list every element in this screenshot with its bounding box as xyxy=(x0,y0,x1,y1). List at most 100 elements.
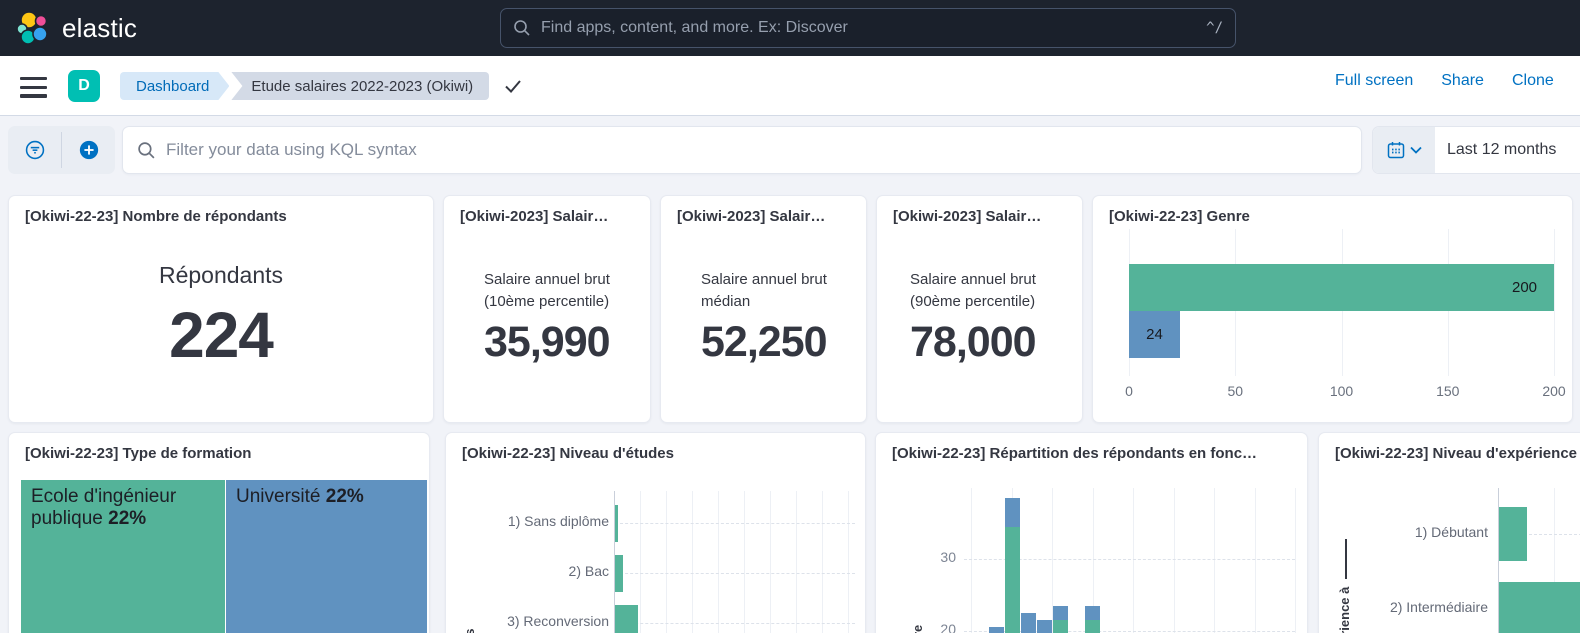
chevron-down-icon xyxy=(1410,146,1422,154)
bar-segment[interactable] xyxy=(1005,527,1020,633)
gridline xyxy=(666,491,667,633)
repartition-bar-chart[interactable]: 2030bre xyxy=(876,433,1307,633)
add-filter-button[interactable] xyxy=(62,126,115,174)
bar-segment[interactable] xyxy=(1085,606,1100,620)
panel-niveau-etudes: [Okiwi-22-23] Niveau d'études 1) Sans di… xyxy=(445,432,866,633)
gridline xyxy=(971,488,972,633)
bar-segment[interactable] xyxy=(1053,606,1068,620)
bar-value-label: 24 xyxy=(1129,326,1180,343)
gridline xyxy=(1174,488,1175,633)
panel-title[interactable]: [Okiwi-2023] Salair… xyxy=(677,208,856,225)
gridline xyxy=(615,573,855,574)
filter-in-circle-icon xyxy=(24,139,46,161)
clone-button[interactable]: Clone xyxy=(1512,72,1554,90)
treemap-tile-value: 22% xyxy=(326,486,364,507)
panel-title[interactable]: [Okiwi-22-23] Genre xyxy=(1109,208,1562,225)
bar[interactable] xyxy=(615,605,638,633)
gridline xyxy=(848,491,849,633)
share-button[interactable]: Share xyxy=(1441,72,1484,90)
panel-title[interactable]: [Okiwi-22-23] Nombre de répondants xyxy=(25,208,423,225)
breadcrumb: Dashboard Etude salaires 2022-2023 (Okiw… xyxy=(120,72,489,100)
menu-button[interactable] xyxy=(20,77,47,98)
plus-in-circle-icon xyxy=(78,139,100,161)
brand-name: elastic xyxy=(62,13,137,44)
panel-type-formation: [Okiwi-22-23] Type de formation Ecole d'… xyxy=(8,432,430,633)
experience-bar-chart[interactable]: 1) Débutant2) Intermédiaireérience à xyxy=(1319,433,1580,633)
gridline xyxy=(1214,488,1215,633)
x-tick-label: 50 xyxy=(1215,383,1255,399)
genre-bar-chart[interactable]: 05010015020020024 xyxy=(1129,229,1554,419)
formation-treemap[interactable]: Ecole d'ingénieur publique 22%Université… xyxy=(9,433,429,633)
filter-menu-button[interactable] xyxy=(8,126,61,174)
gridline xyxy=(718,491,719,633)
bar-segment[interactable] xyxy=(1037,620,1052,633)
full-screen-button[interactable]: Full screen xyxy=(1335,72,1413,90)
bar-segment[interactable] xyxy=(1053,620,1068,633)
x-tick-label: 100 xyxy=(1322,383,1362,399)
search-shortcut-hint: ^/ xyxy=(1206,20,1223,36)
bar[interactable] xyxy=(615,555,623,592)
kibana-dashboard-page: elastic ^/ D Dashboard Etude salaires 20… xyxy=(0,0,1580,633)
category-label: 3) Reconversion xyxy=(446,613,609,629)
treemap-tile-label: Université xyxy=(236,486,326,507)
panel-title[interactable]: [Okiwi-2023] Salair… xyxy=(893,208,1072,225)
etudes-bar-chart[interactable]: 1) Sans diplôme2) Bac3) Reconversiones xyxy=(446,433,865,633)
date-picker: Last 12 months xyxy=(1372,126,1580,174)
x-tick-label: 200 xyxy=(1534,383,1573,399)
category-label: 1) Sans diplôme xyxy=(446,513,609,529)
y-axis-title: érience à xyxy=(1337,539,1352,633)
bar[interactable] xyxy=(615,505,618,542)
metric-value: 35,990 xyxy=(484,318,610,367)
bar[interactable] xyxy=(1129,264,1554,311)
metric-label: Salaire annuel brut médian xyxy=(701,269,827,313)
global-search-input[interactable] xyxy=(541,19,1206,37)
treemap-tile[interactable]: Ecole d'ingénieur publique 22% xyxy=(21,480,225,633)
gridline xyxy=(1554,229,1555,376)
y-axis-title-text: bre xyxy=(910,625,925,633)
gridline xyxy=(692,491,693,633)
treemap-tile-label: Ecole d'ingénieur publique xyxy=(31,486,176,529)
gridline xyxy=(770,491,771,633)
kql-query-input[interactable] xyxy=(166,140,1347,160)
bar[interactable] xyxy=(1499,582,1580,633)
bar-segment[interactable] xyxy=(1021,613,1036,633)
bar-segment[interactable] xyxy=(989,627,1004,633)
panel-genre: [Okiwi-22-23] Genre 05010015020020024 xyxy=(1092,195,1573,423)
gridline xyxy=(1255,488,1256,633)
panel-niveau-experience: [Okiwi-22-23] Niveau d'expérience 1) Déb… xyxy=(1318,432,1580,633)
y-axis-title-text: es xyxy=(462,629,477,633)
metric-label: Salaire annuel brut (10ème percentile) xyxy=(484,269,610,313)
kql-query-bar[interactable] xyxy=(122,126,1362,174)
time-range-value[interactable]: Last 12 months xyxy=(1447,141,1556,159)
global-search[interactable]: ^/ xyxy=(500,8,1236,48)
gridline xyxy=(615,523,855,524)
bar-value-label: 200 xyxy=(1512,279,1537,296)
calendar-menu-button[interactable] xyxy=(1373,127,1435,173)
gridline xyxy=(822,491,823,633)
bar-segment[interactable] xyxy=(1085,620,1100,633)
brand[interactable]: elastic xyxy=(0,9,137,47)
global-header: elastic ^/ xyxy=(0,0,1580,56)
gridline xyxy=(640,491,641,633)
panel-nombre-repondants: [Okiwi-22-23] Nombre de répondants Répon… xyxy=(8,195,434,423)
y-tick-label: 30 xyxy=(916,549,956,565)
panel-salaire-median: [Okiwi-2023] Salair… Salaire annuel brut… xyxy=(660,195,867,423)
panel-salaire-p90: [Okiwi-2023] Salair… Salaire annuel brut… xyxy=(876,195,1083,423)
panel-title[interactable]: [Okiwi-2023] Salair… xyxy=(460,208,640,225)
space-avatar[interactable]: D xyxy=(68,70,100,102)
metric-label: Salaire annuel brut (90ème percentile) xyxy=(910,269,1036,313)
bar[interactable] xyxy=(1499,507,1527,561)
check-icon[interactable] xyxy=(503,77,523,98)
axis-title-line xyxy=(1345,539,1347,579)
panel-repartition: [Okiwi-22-23] Répartition des répondants… xyxy=(875,432,1308,633)
breadcrumb-dashboard[interactable]: Dashboard xyxy=(120,72,229,100)
breadcrumb-current[interactable]: Etude salaires 2022-2023 (Okiwi) xyxy=(231,72,489,100)
bar-segment[interactable] xyxy=(1005,498,1020,527)
gridline xyxy=(615,623,855,624)
gridline xyxy=(796,491,797,633)
y-axis-title: bre xyxy=(910,625,925,633)
search-icon xyxy=(513,19,531,37)
treemap-tile[interactable]: Université 22% xyxy=(226,480,427,633)
elastic-logo-icon xyxy=(14,9,52,47)
metric-value: 224 xyxy=(9,298,433,372)
